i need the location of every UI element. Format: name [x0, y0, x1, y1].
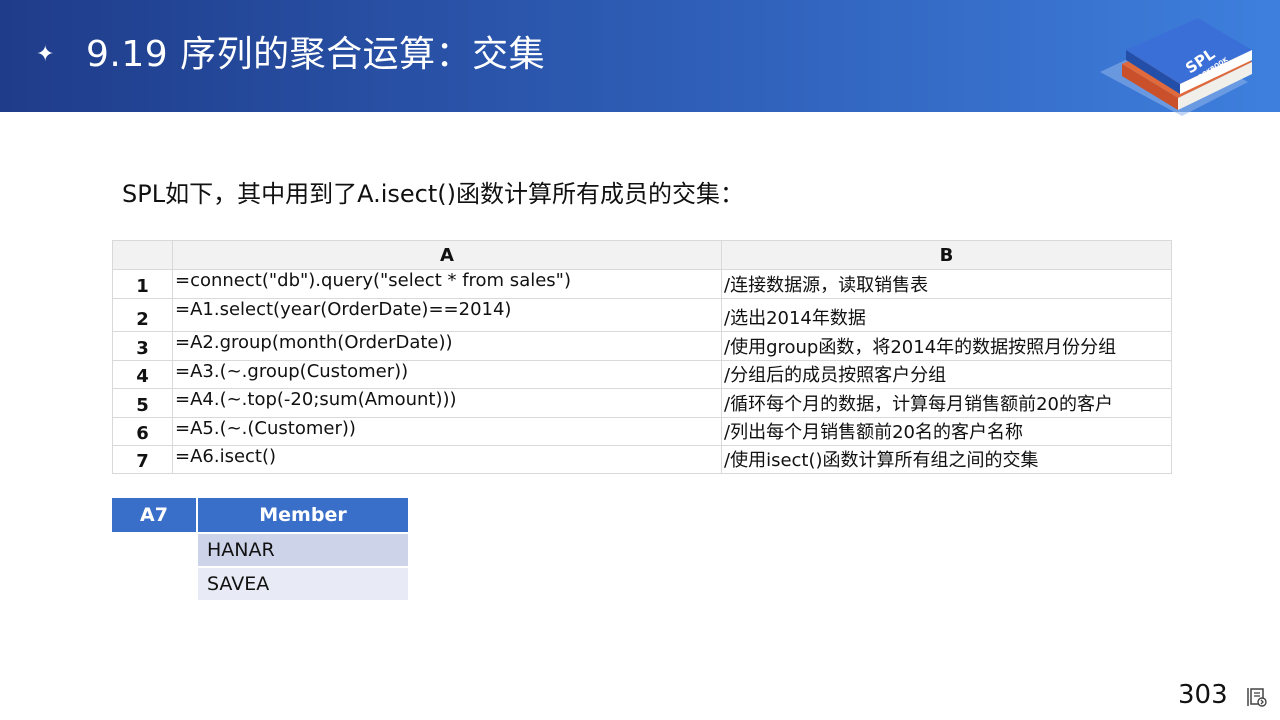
comment-cell-b[interactable]: /使用group函数，将2014年的数据按照月份分组 [721, 331, 1172, 361]
code-cell-a[interactable]: =A6.isect() [172, 445, 722, 474]
row-number[interactable]: 7 [112, 445, 173, 474]
table-row: 1 =connect("db").query("select * from sa… [112, 269, 1172, 299]
comment-cell-b[interactable]: /选出2014年数据 [721, 298, 1172, 332]
table-row: 6 =A5.(~.(Customer)) /列出每个月销售额前20名的客户名称 [112, 417, 1172, 446]
result-cell-label: A7 [112, 498, 196, 532]
comment-cell-b[interactable]: /循环每个月的数据，计算每月销售额前20的客户 [721, 388, 1172, 418]
table-row: 3 =A2.group(month(OrderDate)) /使用group函数… [112, 331, 1172, 361]
result-header-row: A7 Member [112, 498, 408, 532]
code-cell-a[interactable]: =A5.(~.(Customer)) [172, 417, 722, 446]
row-number[interactable]: 5 [112, 388, 173, 418]
column-header-a[interactable]: A [172, 240, 722, 270]
result-value: HANAR [196, 532, 408, 566]
code-cell-a[interactable]: =A2.group(month(OrderDate)) [172, 331, 722, 361]
row-number[interactable]: 6 [112, 417, 173, 446]
code-table-header-row: A B [112, 240, 1172, 270]
table-row: 2 =A1.select(year(OrderDate)==2014) /选出2… [112, 298, 1172, 332]
table-row: 5 =A4.(~.top(-20;sum(Amount))) /循环每个月的数据… [112, 388, 1172, 418]
result-table: A7 Member HANAR SAVEA [112, 498, 408, 600]
corner-cell [112, 240, 173, 270]
page-number: 303 [1178, 680, 1228, 710]
row-number[interactable]: 1 [112, 269, 173, 299]
comment-cell-b[interactable]: /连接数据源，读取销售表 [721, 269, 1172, 299]
row-number[interactable]: 2 [112, 298, 173, 332]
code-cell-a[interactable]: =A3.(~.group(Customer)) [172, 360, 722, 389]
result-blank-cell [112, 532, 196, 566]
code-cell-a[interactable]: =A4.(~.top(-20;sum(Amount))) [172, 388, 722, 418]
result-column-header: Member [196, 498, 408, 532]
spl-cookbook-logo-icon: SPL COOKBOOK [1100, 18, 1252, 116]
table-row: SAVEA [112, 566, 408, 600]
comment-cell-b[interactable]: /使用isect()函数计算所有组之间的交集 [721, 445, 1172, 474]
table-row: HANAR [112, 532, 408, 566]
slide-header: ✦ 9.19 序列的聚合运算：交集 [0, 0, 1280, 112]
slide-navigation-icon[interactable] [1246, 686, 1268, 708]
comment-cell-b[interactable]: /列出每个月销售额前20名的客户名称 [721, 417, 1172, 446]
table-row: 7 =A6.isect() /使用isect()函数计算所有组之间的交集 [112, 445, 1172, 474]
star-icon: ✦ [36, 42, 55, 67]
row-number[interactable]: 3 [112, 331, 173, 361]
result-blank-cell [112, 566, 196, 600]
row-number[interactable]: 4 [112, 360, 173, 389]
column-header-b[interactable]: B [721, 240, 1172, 270]
table-row: 4 =A3.(~.group(Customer)) /分组后的成员按照客户分组 [112, 360, 1172, 389]
comment-cell-b[interactable]: /分组后的成员按照客户分组 [721, 360, 1172, 389]
intro-text: SPL如下，其中用到了A.isect()函数计算所有成员的交集： [122, 180, 744, 208]
code-cell-a[interactable]: =connect("db").query("select * from sale… [172, 269, 722, 299]
code-table: A B 1 =connect("db").query("select * fro… [112, 240, 1172, 474]
result-value: SAVEA [196, 566, 408, 600]
code-cell-a[interactable]: =A1.select(year(OrderDate)==2014) [172, 298, 722, 332]
slide-title: 9.19 序列的聚合运算：交集 [86, 34, 546, 75]
